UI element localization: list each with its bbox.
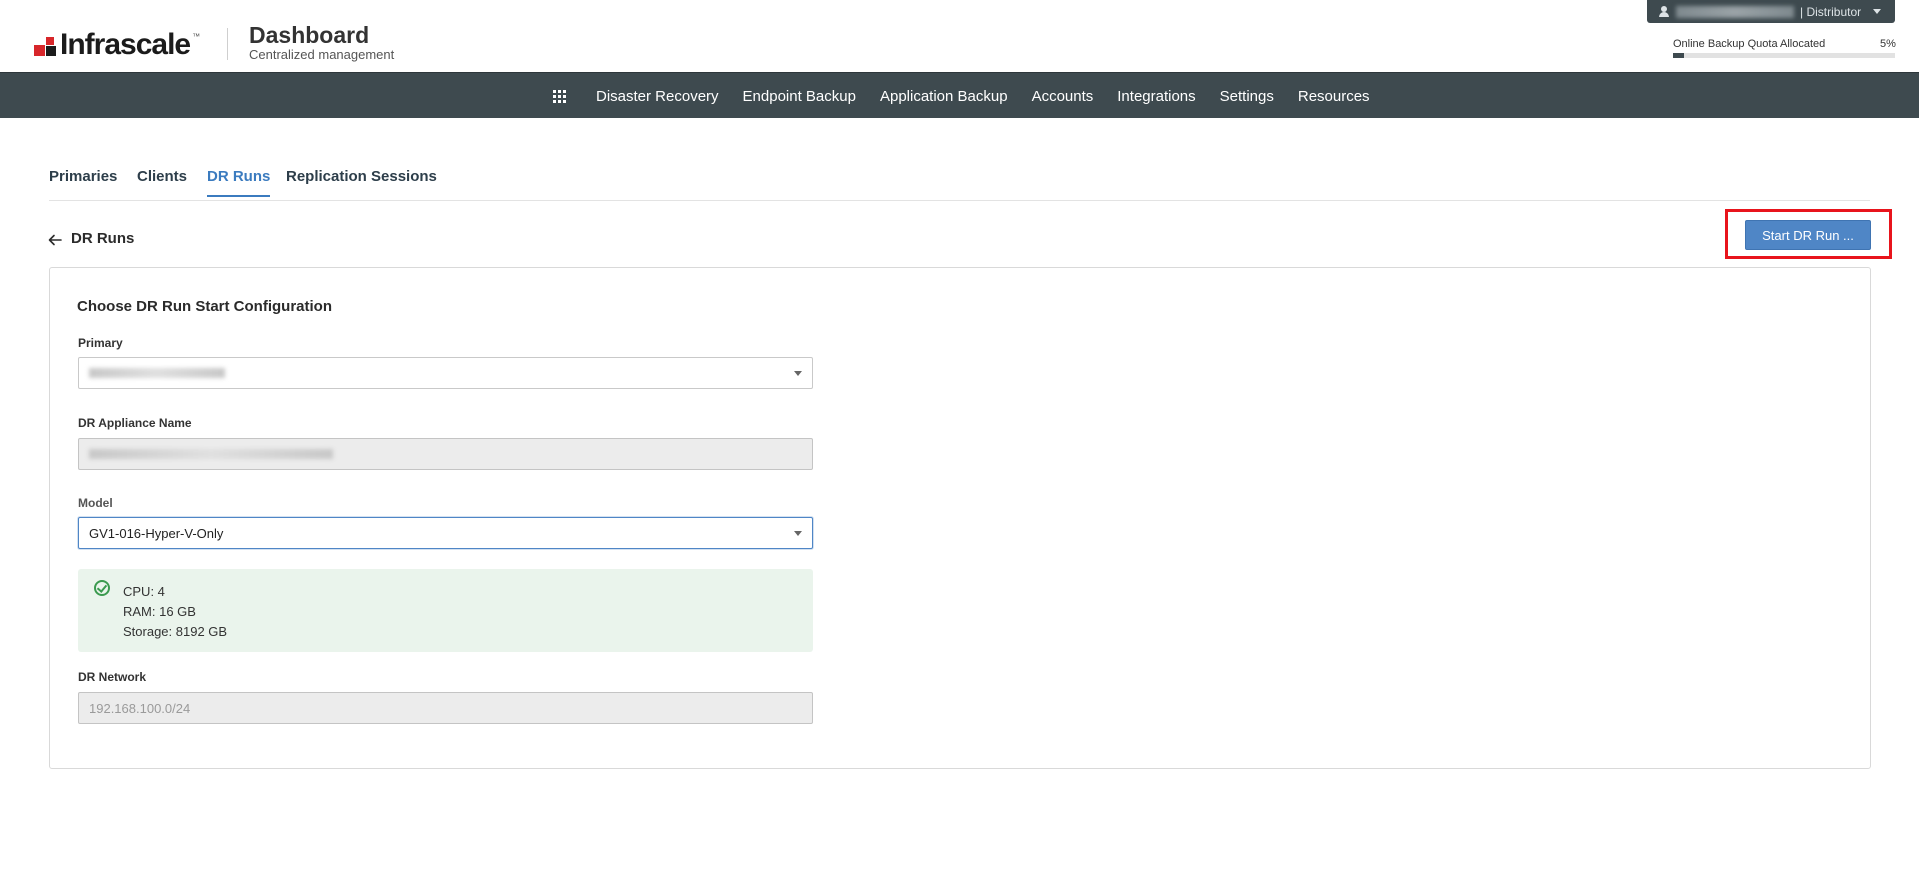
tab-primaries[interactable]: Primaries bbox=[49, 168, 117, 195]
model-select[interactable]: GV1-016-Hyper-V-Only bbox=[78, 517, 813, 549]
user-menu[interactable]: | Distributor bbox=[1647, 0, 1895, 23]
user-role: | Distributor bbox=[1800, 4, 1862, 19]
dr-appliance-name-field bbox=[78, 438, 813, 470]
model-select-value: GV1-016-Hyper-V-Only bbox=[89, 525, 224, 541]
quota-label: Online Backup Quota Allocated bbox=[1673, 38, 1826, 50]
redacted-username bbox=[1676, 5, 1794, 18]
nav-item-resources[interactable]: Resources bbox=[1298, 88, 1370, 105]
dr-appliance-name-label: DR Appliance Name bbox=[78, 416, 192, 430]
dr-network-label: DR Network bbox=[78, 670, 147, 684]
spec-cpu: CPU: 4 bbox=[123, 584, 165, 599]
quota-percent: 5% bbox=[1880, 38, 1896, 50]
page-title: DR Runs bbox=[71, 230, 135, 247]
logo-text: Infrascale bbox=[60, 28, 191, 61]
dr-network-field: 192.168.100.0/24 bbox=[78, 692, 813, 724]
chevron-down-icon bbox=[794, 531, 802, 536]
logo-trademark: ™ bbox=[192, 32, 201, 41]
app-header: Infrascale ™ Dashboard Centralized manag… bbox=[0, 0, 1919, 72]
tab-clients[interactable]: Clients bbox=[137, 168, 187, 195]
quota-progress-bar bbox=[1673, 53, 1895, 58]
chevron-down-icon bbox=[1873, 9, 1881, 14]
main-nav: Disaster Recovery Endpoint Backup Applic… bbox=[0, 72, 1919, 118]
arrow-left-icon[interactable] bbox=[48, 233, 62, 247]
user-icon bbox=[1659, 6, 1669, 17]
redacted-appliance-name bbox=[89, 449, 333, 459]
nav-item-disaster-recovery[interactable]: Disaster Recovery bbox=[596, 88, 719, 105]
primary-select[interactable] bbox=[78, 357, 813, 389]
brand-divider bbox=[227, 28, 228, 60]
start-dr-run-button[interactable]: Start DR Run ... bbox=[1745, 220, 1871, 250]
quota-progress-fill bbox=[1673, 53, 1685, 58]
panel-title: Choose DR Run Start Configuration bbox=[77, 298, 332, 315]
nav-items: Disaster Recovery Endpoint Backup Applic… bbox=[584, 73, 1382, 119]
brand-subtitle: Centralized management bbox=[249, 47, 395, 62]
apps-grid-icon[interactable] bbox=[553, 90, 566, 103]
spec-ram: RAM: 16 GB bbox=[123, 604, 196, 619]
tab-dr-runs[interactable]: DR Runs bbox=[207, 168, 271, 197]
brand-title: Dashboard bbox=[249, 22, 370, 48]
spec-storage: Storage: 8192 GB bbox=[123, 624, 228, 639]
check-circle-icon bbox=[94, 580, 110, 596]
nav-item-integrations[interactable]: Integrations bbox=[1117, 88, 1195, 105]
dr-network-value: 192.168.100.0/24 bbox=[89, 700, 191, 716]
nav-item-endpoint-backup[interactable]: Endpoint Backup bbox=[743, 88, 856, 105]
chevron-down-icon bbox=[794, 371, 802, 376]
tab-replication-sessions[interactable]: Replication Sessions bbox=[286, 168, 437, 195]
nav-item-accounts[interactable]: Accounts bbox=[1032, 88, 1094, 105]
tab-bar: Primaries Clients DR Runs Replication Se… bbox=[49, 160, 1870, 201]
redacted-primary-value bbox=[89, 368, 225, 378]
model-label: Model bbox=[78, 496, 113, 510]
model-spec-box: CPU: 4 RAM: 16 GB Storage: 8192 GB bbox=[78, 569, 813, 652]
infrascale-logo[interactable]: Infrascale ™ bbox=[34, 28, 201, 61]
nav-item-settings[interactable]: Settings bbox=[1220, 88, 1274, 105]
primary-label: Primary bbox=[78, 336, 123, 350]
logo-mark-icon bbox=[34, 33, 58, 57]
nav-item-application-backup[interactable]: Application Backup bbox=[880, 88, 1008, 105]
